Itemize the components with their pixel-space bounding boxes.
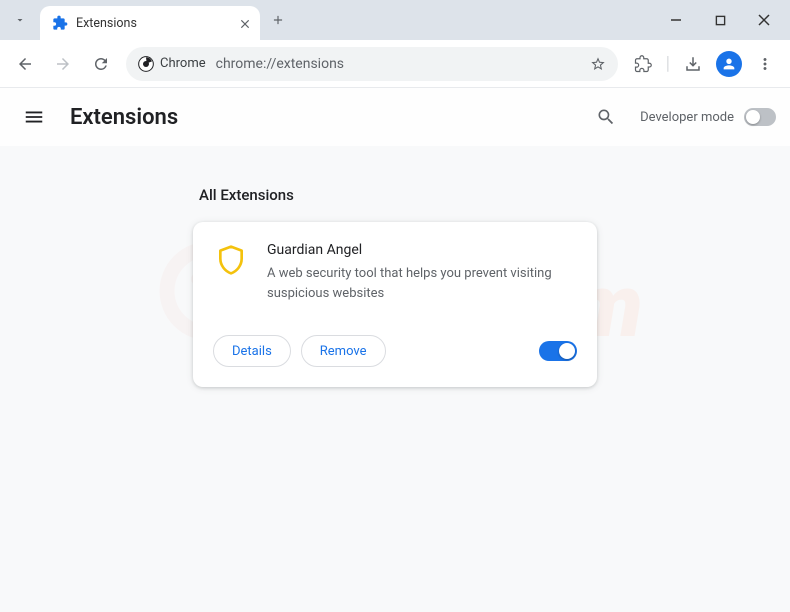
puzzle-icon (52, 15, 68, 31)
developer-mode-control: Developer mode (640, 108, 776, 126)
page-title: Extensions (70, 105, 572, 130)
extension-enable-toggle[interactable] (539, 341, 577, 361)
browser-title-bar: Extensions (0, 0, 790, 40)
chrome-icon (138, 56, 154, 72)
minimize-window-button[interactable] (654, 0, 698, 40)
profile-button[interactable] (716, 51, 742, 77)
search-extensions-button[interactable] (588, 99, 624, 135)
extension-card: Guardian Angel A web security tool that … (193, 222, 597, 387)
extensions-content: All Extensions Guardian Angel A web secu… (0, 146, 790, 612)
details-button[interactable]: Details (213, 335, 291, 367)
main-menu-button[interactable] (14, 97, 54, 137)
site-identity[interactable]: Chrome (138, 56, 206, 72)
person-icon (721, 56, 737, 72)
site-identity-label: Chrome (160, 56, 206, 71)
extension-description: A web security tool that helps you preve… (267, 264, 577, 303)
address-bar[interactable]: Chrome chrome://extensions (126, 47, 618, 81)
toolbar-separator: | (666, 53, 670, 74)
section-heading: All Extensions (193, 186, 597, 204)
downloads-button[interactable] (676, 47, 710, 81)
url-text: chrome://extensions (216, 56, 580, 72)
reload-button[interactable] (84, 47, 118, 81)
browser-menu-button[interactable] (748, 47, 782, 81)
back-button[interactable] (8, 47, 42, 81)
extension-name: Guardian Angel (267, 242, 577, 258)
close-tab-button[interactable] (238, 16, 252, 30)
bookmark-button[interactable] (590, 56, 606, 72)
extensions-page-header: Extensions Developer mode (0, 88, 790, 146)
browser-toolbar: Chrome chrome://extensions | (0, 40, 790, 88)
tab-title: Extensions (76, 16, 230, 31)
developer-mode-label: Developer mode (640, 110, 734, 125)
shield-icon (213, 242, 249, 278)
maximize-window-button[interactable] (698, 0, 742, 40)
remove-button[interactable]: Remove (301, 335, 386, 367)
extensions-button[interactable] (626, 47, 660, 81)
window-controls (654, 0, 790, 40)
browser-tab[interactable]: Extensions (40, 6, 260, 40)
developer-mode-toggle[interactable] (744, 108, 776, 126)
new-tab-button[interactable] (260, 4, 296, 36)
search-icon (596, 107, 616, 127)
forward-button[interactable] (46, 47, 80, 81)
close-window-button[interactable] (742, 0, 786, 40)
hamburger-icon (23, 106, 45, 128)
tab-search-dropdown[interactable] (0, 4, 40, 36)
